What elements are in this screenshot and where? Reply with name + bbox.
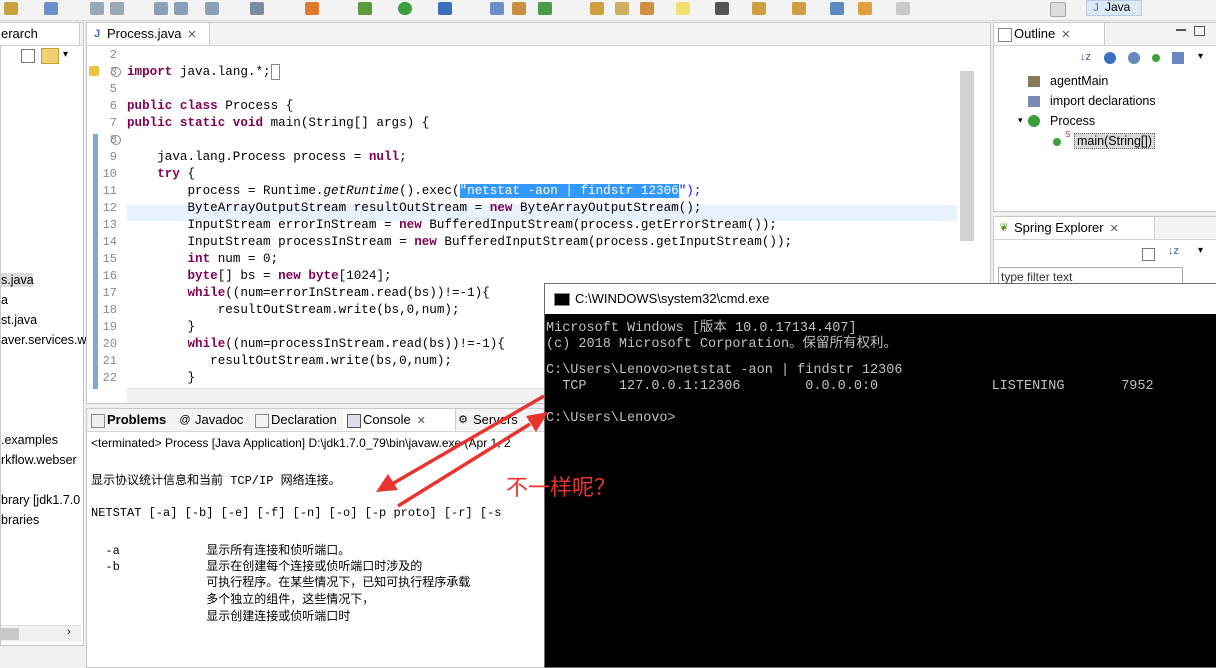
annotation-arrows — [376, 394, 548, 508]
annotation-text: 不一样呢？ — [506, 476, 617, 501]
